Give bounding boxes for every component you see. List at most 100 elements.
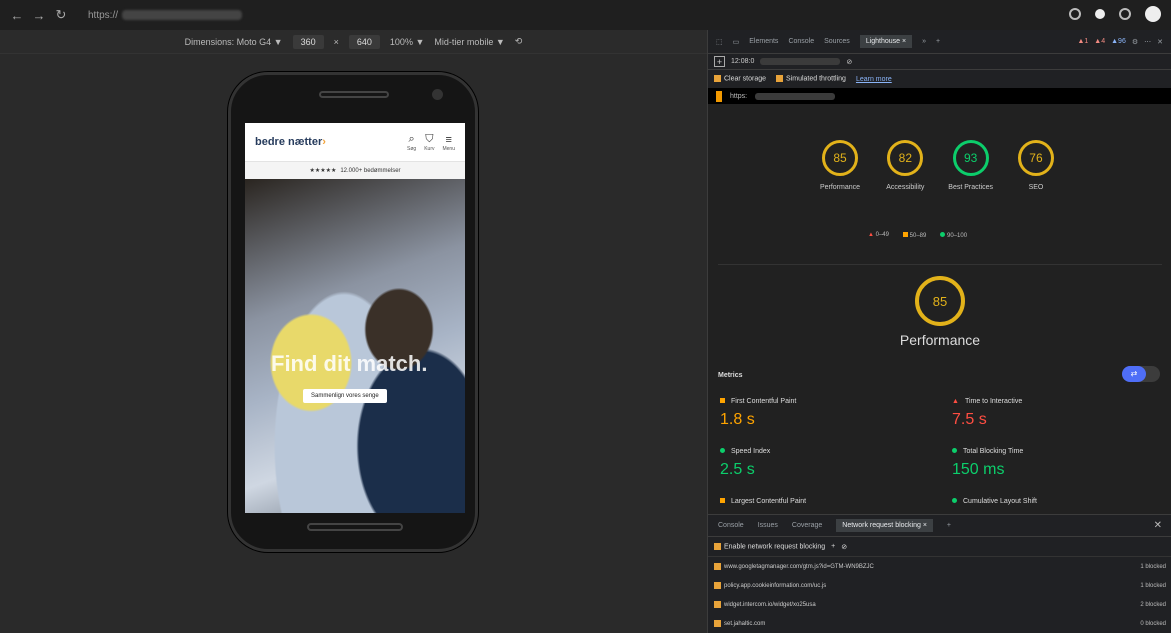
url-bar[interactable]: https:// (88, 10, 118, 21)
add-pattern-icon[interactable]: + (831, 543, 835, 550)
metric-value: 2.5 s (720, 461, 755, 478)
more-tabs-icon[interactable]: » (922, 38, 926, 45)
legend-fail: ▲ 0–49 (868, 232, 889, 238)
drawer-close-icon[interactable]: ✕ (1154, 520, 1162, 531)
learn-more-link[interactable]: Learn more (856, 76, 892, 83)
site-nav: ⌕ Søg ⛉ Kurv ≡ Menu (407, 133, 455, 152)
width-input[interactable]: 360 (292, 34, 324, 49)
error-badge[interactable]: ▲1 (1077, 38, 1088, 45)
review-strip[interactable]: ★★★★★ 12.000+ bedømmelser (245, 161, 465, 179)
info-badge[interactable]: ▲96 (1111, 38, 1126, 45)
remove-all-icon[interactable]: ⊘ (841, 543, 847, 551)
browser-actions (1069, 6, 1161, 22)
clear-storage-checkbox[interactable]: Clear storage (714, 75, 766, 83)
issue-badges: ▲1 ▲4 ▲96 ⚙ ⋯ ✕ (1077, 38, 1163, 46)
tab-sources[interactable]: Sources (824, 38, 850, 45)
blocked-count: 0 blocked (1140, 620, 1166, 627)
metric-tti: ▲ Time to Interactive 7.5 s (952, 398, 1023, 428)
gauge-label: SEO (1028, 184, 1044, 191)
back-icon[interactable]: ← (8, 8, 26, 23)
devtools-drawer: Console Issues Coverage Network request … (708, 514, 1171, 633)
zoom-select[interactable]: 100% ▼ (390, 37, 424, 47)
report-selector[interactable]: 12:08:0 (731, 58, 754, 65)
times-sign: × (333, 36, 339, 47)
more-icon[interactable]: ⋯ (1144, 38, 1151, 46)
performance-summary: 85 Performance (898, 276, 982, 348)
metrics-header: Metrics (718, 372, 743, 379)
report-url-redacted-2 (755, 92, 836, 100)
menu-icon: ≡ (445, 133, 452, 146)
browser-toolbar: ← → ↻ https:// (0, 0, 1171, 30)
metric-fcp: First Contentful Paint 1.8 s (720, 398, 796, 429)
device-icon[interactable]: ▭ (733, 38, 740, 46)
drawer-tab-console[interactable]: Console (718, 522, 744, 529)
metric-name: Total Blocking Time (963, 448, 1024, 455)
reload-icon[interactable]: ↻ (52, 7, 70, 23)
add-tab-icon[interactable]: + (936, 38, 940, 45)
blocked-pattern-row[interactable]: policy.app.cookieinformation.com/uc.js 1… (708, 576, 1171, 595)
review-count: 12.000+ bedømmelser (340, 167, 401, 174)
device-toolbar: Dimensions: Moto G4 ▼ 360 × 640 100% ▼ M… (0, 30, 707, 54)
metric-name: Largest Contentful Paint (731, 498, 807, 505)
hero-image: Find dit match. Sammenlign vores senge (245, 179, 465, 513)
blocked-pattern-row[interactable]: widget.intercom.io/widget/xo25usa 2 bloc… (708, 595, 1171, 614)
enable-blocking-checkbox[interactable]: Enable network request blocking (714, 542, 825, 550)
gauge-performance[interactable]: 85 Performance (808, 140, 872, 194)
site-header: bedre nætter› ⌕ Søg ⛉ Kurv ≡ Menu (245, 123, 465, 161)
phone-camera (432, 89, 443, 100)
gauge-label: Best Practices (948, 184, 994, 191)
cart-icon: ⛉ (425, 132, 434, 145)
drawer-tab-coverage[interactable]: Coverage (792, 522, 822, 529)
tab-lighthouse[interactable]: Lighthouse × (859, 35, 913, 48)
blocked-pattern-row[interactable]: set.jahaltic.com 0 blocked (708, 614, 1171, 633)
extension-icon[interactable] (1069, 8, 1081, 20)
metric-speed-index: Speed Index 2.5 s (720, 448, 770, 479)
search-label: Søg (407, 145, 417, 152)
metric-value: 1.8 s (720, 411, 755, 428)
cart-nav[interactable]: ⛉ Kurv (424, 133, 434, 152)
blocked-count: 1 blocked (1140, 582, 1166, 589)
drawer-tab-issues[interactable]: Issues (758, 522, 778, 529)
simulated-throttling-checkbox[interactable]: Simulated throttling (776, 75, 846, 83)
metrics-view-toggle[interactable]: ⇄ (1122, 366, 1160, 382)
phone-screen: bedre nætter› ⌕ Søg ⛉ Kurv ≡ Menu ★★★★★ … (245, 123, 465, 513)
search-nav[interactable]: ⌕ Søg (407, 133, 416, 152)
metric-value: 7.5 s (952, 411, 987, 428)
metric-name: Cumulative Layout Shift (963, 498, 1037, 505)
devtools-panel: ⬚ ▭ Elements Console Sources Lighthouse … (707, 30, 1171, 633)
site-logo[interactable]: bedre nætter› (255, 136, 326, 148)
settings-icon[interactable] (1119, 8, 1131, 20)
tab-console[interactable]: Console (788, 38, 814, 45)
compare-beds-button[interactable]: Sammenlign vores senge (303, 389, 387, 403)
clear-report-icon[interactable]: ⊘ (846, 58, 852, 66)
inspect-icon[interactable]: ⬚ (716, 38, 723, 46)
gauge-best-practices[interactable]: 93 Best Practices (939, 140, 1003, 194)
warning-badge[interactable]: ▲4 (1094, 38, 1105, 45)
blocked-count: 2 blocked (1140, 601, 1166, 608)
close-tab-icon: × (902, 38, 907, 45)
close-icon[interactable]: ✕ (1157, 38, 1163, 46)
report-url-redacted (760, 58, 841, 65)
forward-icon[interactable]: → (30, 8, 48, 23)
blocked-pattern-row[interactable]: www.googletagmanager.com/gtm.js?id=GTM-W… (708, 557, 1171, 576)
blocked-url: set.jahaltic.com (724, 620, 766, 627)
phone-speaker (319, 91, 389, 98)
menu-nav[interactable]: ≡ Menu (442, 134, 455, 152)
gauge-accessibility[interactable]: 82 Accessibility (873, 140, 937, 194)
new-report-icon[interactable]: + (714, 56, 725, 67)
drawer-tab-network-blocking[interactable]: Network request blocking × (836, 519, 933, 532)
avatar[interactable] (1145, 6, 1161, 22)
height-input[interactable]: 640 (348, 34, 380, 49)
lighthouse-icon (716, 90, 722, 102)
search-icon: ⌕ (408, 132, 415, 145)
profile-dot-icon[interactable] (1095, 9, 1105, 19)
hero-title: Find dit match. (271, 351, 428, 376)
throttle-select[interactable]: Mid-tier mobile ▼ (434, 37, 504, 47)
gauge-seo[interactable]: 76 SEO (1004, 140, 1068, 194)
gear-icon[interactable]: ⚙ (1132, 38, 1138, 46)
rotate-icon[interactable]: ⟲ (515, 36, 523, 47)
devtools-tabs: ⬚ ▭ Elements Console Sources Lighthouse … (708, 30, 1171, 54)
device-select[interactable]: Dimensions: Moto G4 ▼ (185, 37, 283, 47)
tab-elements[interactable]: Elements (749, 38, 778, 45)
drawer-add-tab-icon[interactable]: + (947, 522, 951, 529)
